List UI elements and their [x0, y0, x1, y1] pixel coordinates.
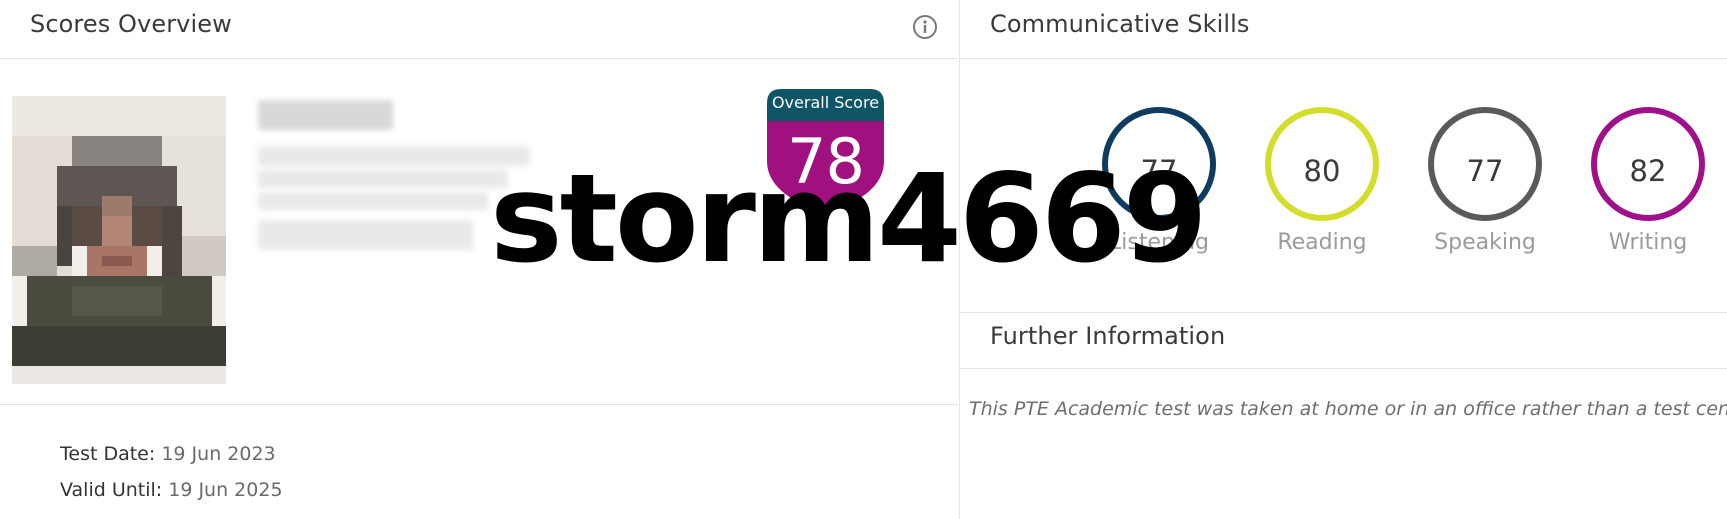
- divider: [960, 58, 1727, 59]
- divider: [960, 312, 1727, 313]
- watermark-text: storm4669: [490, 148, 1208, 290]
- skill-score: 82: [1629, 154, 1667, 188]
- skill-name: Speaking: [1434, 230, 1536, 255]
- further-information-text: This PTE Academic test was taken at home…: [969, 398, 1727, 420]
- test-date-label: Test Date: [60, 443, 149, 465]
- divider: [0, 58, 958, 59]
- overall-score-label: Overall Score: [771, 93, 880, 112]
- skill-speaking: 77 Speaking: [1418, 104, 1548, 264]
- scores-overview-title: Scores Overview: [30, 10, 232, 38]
- valid-until-label: Valid Until: [60, 479, 156, 501]
- test-date-value: 19 Jun 2023: [161, 443, 276, 465]
- skill-writing: 82 Writing: [1581, 104, 1711, 264]
- valid-until-value: 19 Jun 2025: [168, 479, 283, 501]
- valid-until-row: Valid Until: 19 Jun 2025: [60, 479, 283, 501]
- candidate-detail-redacted: [258, 192, 488, 210]
- further-information-title: Further Information: [990, 322, 1226, 350]
- divider: [960, 368, 1727, 369]
- test-date-row: Test Date: 19 Jun 2023: [60, 443, 276, 465]
- candidate-name-redacted: [258, 100, 393, 130]
- skill-name: Reading: [1277, 230, 1367, 255]
- communicative-skills-title: Communicative Skills: [990, 10, 1250, 38]
- candidate-detail-redacted: [258, 220, 473, 250]
- skill-name: Writing: [1608, 230, 1688, 255]
- skill-score: 80: [1303, 154, 1341, 188]
- candidate-photo: [12, 96, 226, 384]
- info-circle-icon[interactable]: [912, 14, 938, 40]
- candidate-detail-redacted: [258, 170, 508, 188]
- skill-reading: 80 Reading: [1255, 104, 1385, 264]
- divider: [0, 404, 958, 405]
- skill-score: 77: [1466, 154, 1504, 188]
